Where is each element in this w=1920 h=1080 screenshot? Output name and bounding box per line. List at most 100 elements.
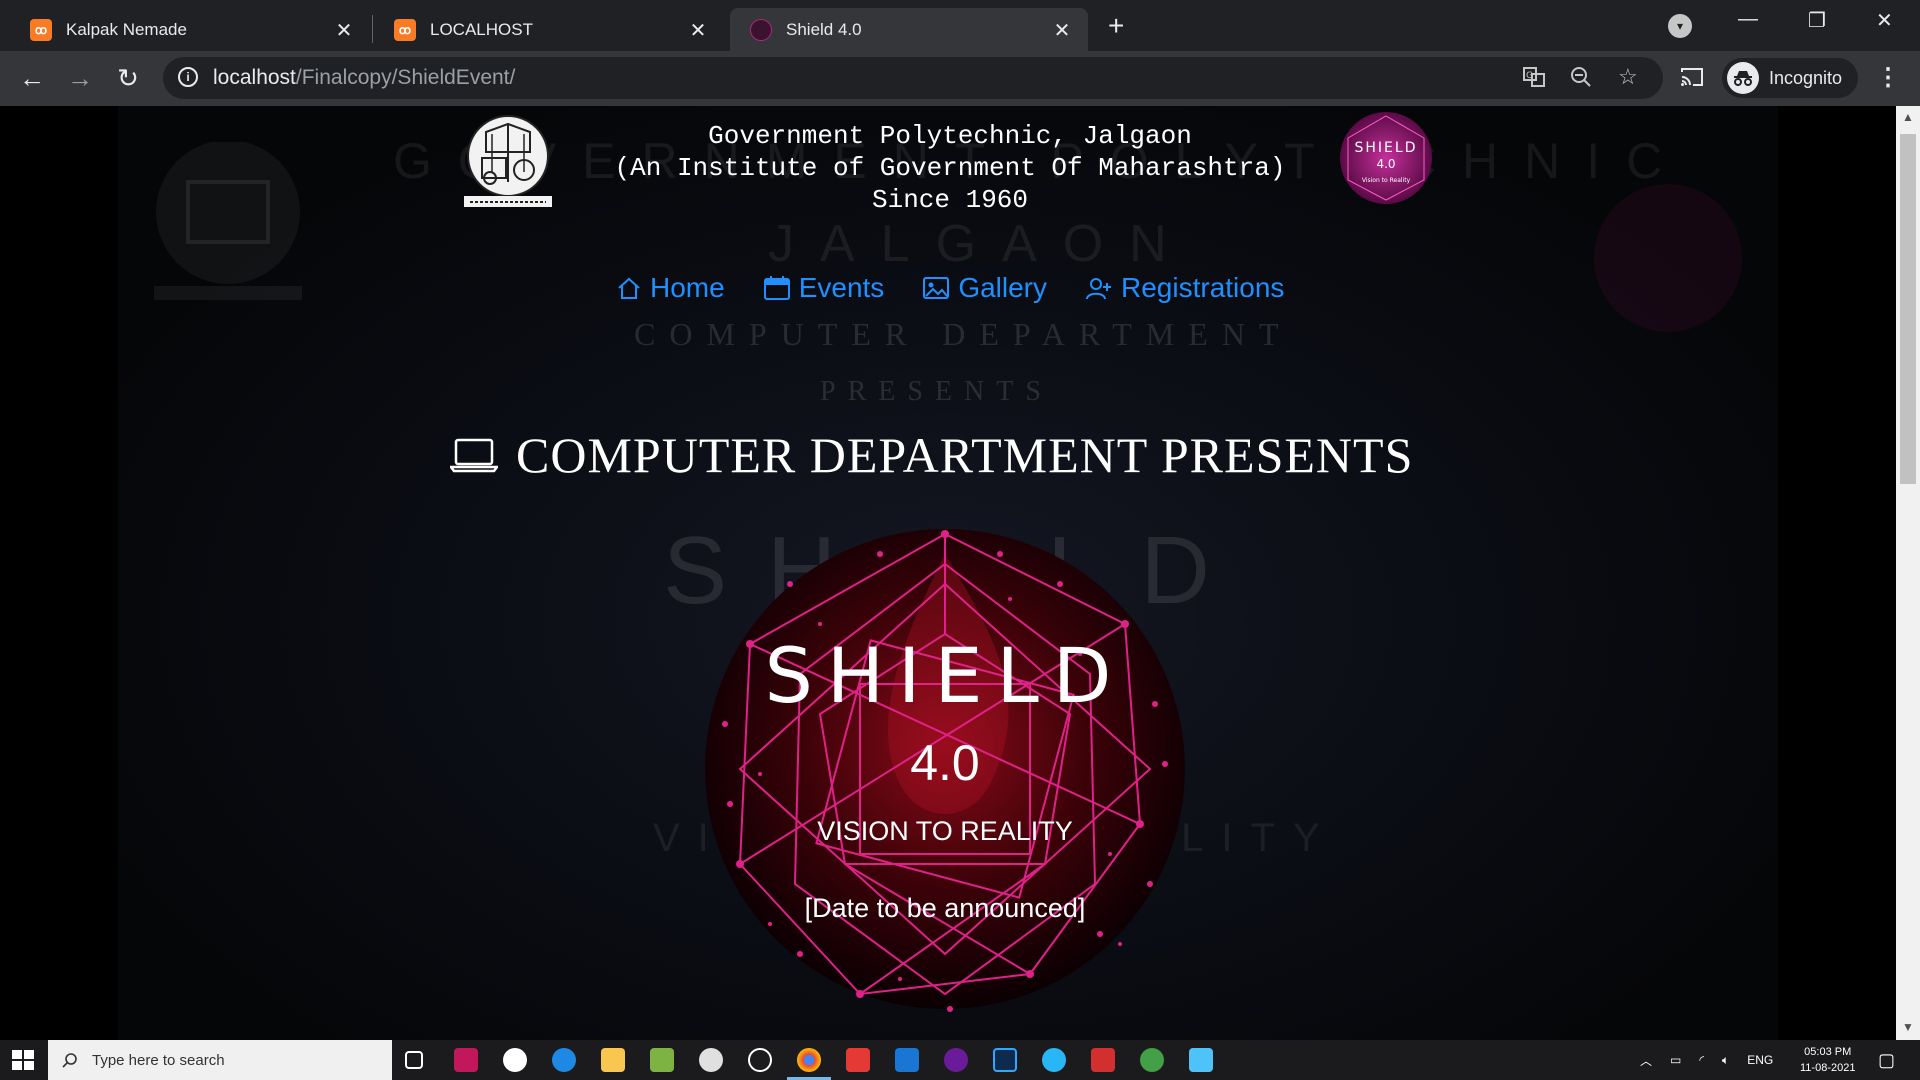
forward-icon[interactable]: → [64,63,96,94]
back-icon[interactable]: ← [16,63,48,94]
new-tab-icon[interactable]: + [1108,10,1124,42]
incognito-profile-button[interactable]: Incognito [1722,58,1859,98]
chrome-icon[interactable] [787,1048,831,1080]
header-line: Since 1960 [871,185,1029,215]
image-icon [923,277,950,299]
nav-gallery-label: Gallery [958,272,1048,303]
github-desktop-icon[interactable] [944,1048,968,1072]
edge-icon[interactable] [552,1048,576,1072]
page-scrollbar[interactable]: ▲ ▼ [1896,106,1920,1040]
notifications-icon[interactable]: ▢ [1878,1040,1895,1080]
task-view-icon[interactable] [405,1051,423,1069]
tab-title: LOCALHOST [430,19,533,39]
anydesk-icon[interactable] [846,1048,870,1072]
scroll-up-icon[interactable]: ▲ [1896,110,1920,124]
vscode-icon[interactable] [895,1048,919,1072]
git-app-icon[interactable] [748,1048,772,1072]
nav-home[interactable]: Home [616,272,725,304]
bookmark-star-icon[interactable]: ☆ [1618,64,1638,90]
browser-tab-strip: ꝏ Kalpak Nemade ✕ ꝏ LOCALHOST ✕ Shield 4… [0,0,1920,51]
ghost-text: COMPUTER DEPARTMENT [634,316,1293,352]
emblem-tagline: VISION TO REALITY [817,816,1073,846]
pycharm-icon[interactable] [650,1048,674,1072]
xampp-icon: ꝏ [394,18,416,41]
main-nav: Home Events Gallery Registrations [616,272,1284,304]
shield-event-logo: SHIELD 4.0 Vision to Reality [1340,112,1432,204]
chevron-up-icon[interactable]: ︿ [1640,1052,1652,1069]
cast-icon[interactable] [1676,64,1708,95]
close-tab-icon[interactable]: ✕ [332,18,356,43]
clock-date: 11-08-2021 [1800,1062,1856,1074]
laptop-icon [450,438,498,473]
xampp-icon: ꝏ [30,18,52,41]
close-tab-icon[interactable]: ✕ [1050,18,1074,43]
incognito-icon [1727,62,1759,94]
wifi-icon[interactable]: ◜ [1699,1053,1704,1067]
section-title-text: COMPUTER DEPARTMENT PRESENTS [516,427,1414,483]
shield-emblem: SHIELD 4.0 VISION TO REALITY [Date to be… [705,529,1185,1012]
page-viewport: GOVERNMENT POLYTECHNIC JALGAON COMPUTER … [0,106,1896,1040]
shield-logo-tagline: Vision to Reality [1362,177,1411,184]
language-indicator[interactable]: ENG [1747,1053,1773,1067]
background-college-logo [154,142,302,300]
search-placeholder: Type here to search [92,1051,225,1069]
tab-search-icon[interactable]: ▾ [1668,14,1692,38]
tab-title: Kalpak Nemade [66,19,187,39]
close-tab-icon[interactable]: ✕ [686,18,710,43]
tab-title: Shield 4.0 [786,19,862,39]
background-shield-logo [1594,184,1742,332]
college-header: Government Polytechnic, Jalgaon (An Inst… [560,120,1340,216]
tab-divider [372,15,373,43]
section-title: COMPUTER DEPARTMENT PRESENTS [450,426,1413,484]
browser-menu-icon[interactable]: ⋮ [1876,63,1900,92]
header-line: Government Polytechnic, Jalgaon [708,121,1192,151]
clock[interactable]: 05:03 PM 11-08-2021 [1800,1040,1855,1080]
photoshop-icon[interactable] [993,1048,1017,1072]
nav-gallery[interactable]: Gallery [922,272,1047,304]
url-text[interactable]: localhost/Finalcopy/ShieldEvent/ [213,66,515,90]
windows-start-icon[interactable] [12,1050,34,1070]
notes-app-icon[interactable] [503,1048,527,1072]
restore-icon[interactable]: ❐ [1808,8,1826,33]
site-info-icon[interactable]: i [178,67,198,87]
shield-logo-title: SHIELD [1355,140,1418,156]
whatsapp-icon[interactable] [1140,1048,1164,1072]
browser-tab[interactable]: ꝏ Kalpak Nemade ✕ [10,8,370,51]
ghost-text: PRESENTS [820,376,1053,407]
browser-tab-active[interactable]: Shield 4.0 ✕ [730,8,1088,51]
browser-tab[interactable]: ꝏ LOCALHOST ✕ [374,8,724,51]
scrollbar-thumb[interactable] [1900,134,1916,484]
system-tray: ︿ ▭ ◜ 🔈︎ ENG [1640,1040,1773,1080]
windows-taskbar: Type here to search ︿ ▭ ◜ 🔈︎ ENG 05:03 P… [0,1040,1920,1080]
clock-time: 05:03 PM [1804,1046,1852,1058]
reload-icon[interactable]: ↻ [112,63,144,94]
battery-icon[interactable]: ▭ [1670,1053,1681,1067]
ghost-text: JALGAON [768,215,1193,273]
file-explorer-icon[interactable] [601,1048,625,1072]
taskbar-search[interactable]: Type here to search [48,1040,392,1080]
phpstorm-icon[interactable] [454,1048,478,1072]
address-bar[interactable]: i localhost/Finalcopy/ShieldEvent/ G ☆ [163,57,1663,99]
scroll-down-icon[interactable]: ▼ [1896,1020,1920,1034]
emblem-version: 4.0 [910,735,980,791]
shield-icon [750,18,772,41]
acrobat-icon[interactable] [1091,1048,1115,1072]
nav-events-label: Events [798,272,885,303]
snipping-tool-icon[interactable] [1189,1048,1213,1072]
event-date: [Date to be announced] [805,893,1086,923]
workbench-icon[interactable] [699,1048,723,1072]
header-line: (An Institute of Government Of Maharasht… [614,153,1286,183]
close-window-icon[interactable]: ✕ [1876,8,1893,33]
volume-icon[interactable]: 🔈︎ [1722,1053,1729,1068]
minimize-icon[interactable]: — [1738,8,1758,31]
nav-home-label: Home [650,272,725,303]
telegram-icon[interactable] [1042,1048,1066,1072]
nav-events[interactable]: Events [763,272,885,304]
nav-registrations[interactable]: Registrations [1085,272,1284,304]
college-logo [464,115,552,207]
profile-label: Incognito [1769,67,1843,88]
emblem-title: SHIELD [765,631,1126,720]
search-icon [62,1053,77,1068]
translate-icon[interactable]: G [1523,66,1545,94]
zoom-icon[interactable] [1570,66,1592,94]
